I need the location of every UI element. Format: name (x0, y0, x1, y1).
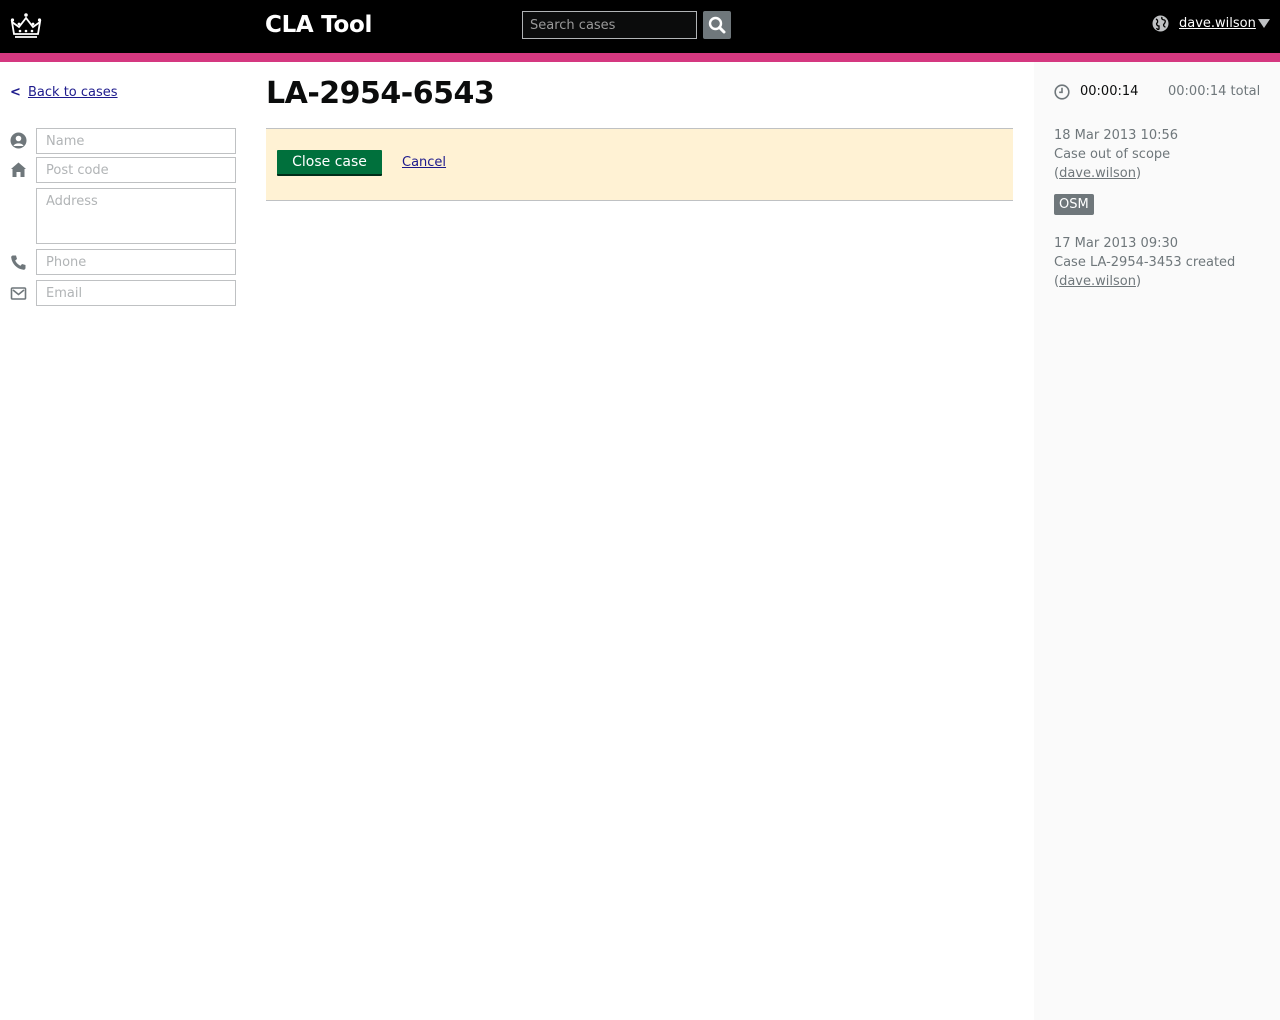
close-case-button[interactable]: Close case (277, 150, 382, 176)
event-user-line: (dave.wilson) (1054, 274, 1142, 289)
event-user-line: (dave.wilson) (1054, 166, 1142, 181)
home-icon (11, 162, 26, 177)
chevron-down-icon[interactable] (1258, 19, 1270, 28)
event-date: 18 Mar 2013 10:56 (1054, 128, 1179, 143)
event-user-link[interactable]: dave.wilson (1059, 274, 1136, 289)
timeline-event: 18 Mar 2013 10:56 Case out of scope (dav… (1054, 126, 1269, 183)
postcode-field[interactable] (36, 157, 236, 183)
event-date: 17 Mar 2013 09:30 (1054, 236, 1179, 251)
event-user-link[interactable]: dave.wilson (1059, 166, 1136, 181)
event-description: Case LA-2954-3453 created (1054, 255, 1236, 270)
case-timeline-sidebar: 00:00:14 00:00:14 total 18 Mar 2013 10:5… (1034, 62, 1280, 1020)
email-icon (10, 287, 27, 300)
address-field[interactable] (36, 188, 236, 244)
clock-icon (1054, 84, 1070, 100)
chevron-left-icon: < (10, 85, 21, 100)
top-header: CLA Tool dave.wilson (0, 0, 1280, 53)
search-input[interactable] (522, 11, 697, 39)
case-reference-title: LA-2954-6543 (266, 76, 495, 111)
search-icon (708, 16, 726, 34)
name-field[interactable] (36, 128, 236, 154)
app-title[interactable]: CLA Tool (265, 10, 372, 40)
case-timer-total: 00:00:14 total (1168, 84, 1261, 99)
event-description: Case out of scope (1054, 147, 1171, 162)
crown-logo-icon[interactable] (10, 12, 42, 40)
cancel-link[interactable]: Cancel (402, 154, 446, 172)
email-field[interactable] (36, 280, 236, 306)
header-accent-bar (0, 53, 1280, 62)
outcome-code-badge: OSM (1054, 194, 1094, 215)
case-timer: 00:00:14 (1080, 84, 1139, 99)
user-menu-link[interactable]: dave.wilson (1179, 15, 1256, 33)
phone-field[interactable] (36, 249, 236, 275)
back-to-cases-link[interactable]: < Back to cases (10, 84, 118, 102)
globe-icon (1152, 15, 1169, 32)
search-button[interactable] (703, 11, 731, 39)
close-case-panel: Close case Cancel (266, 128, 1013, 201)
back-to-cases-label: Back to cases (28, 85, 118, 100)
person-icon (10, 132, 27, 149)
timeline-event: 17 Mar 2013 09:30 Case LA-2954-3453 crea… (1054, 234, 1269, 291)
phone-icon (11, 255, 26, 270)
